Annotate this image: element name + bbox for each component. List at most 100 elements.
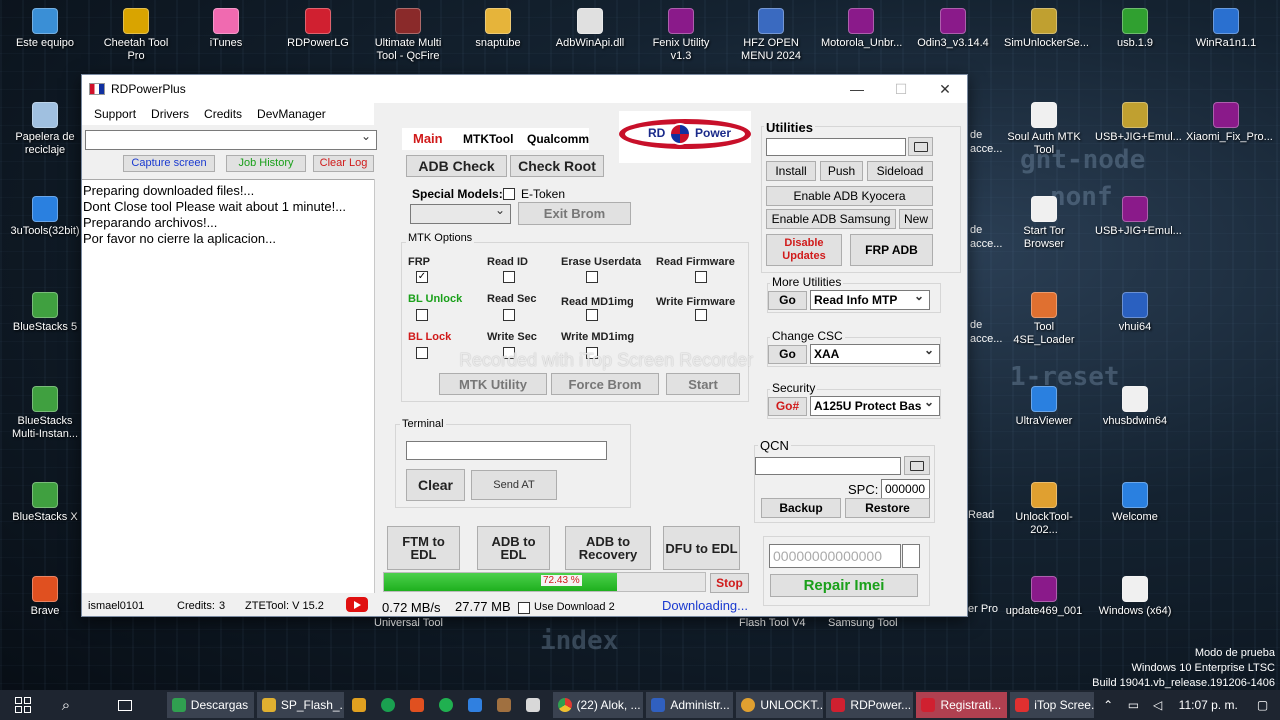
force-brom-button[interactable]: Force Brom xyxy=(551,373,659,395)
log-panel[interactable]: Preparing downloaded files!... Dont Clos… xyxy=(82,179,374,593)
desktop-icon[interactable]: Start Tor Browser xyxy=(1004,196,1084,251)
security-select[interactable]: A125U Protect Bas xyxy=(810,396,940,416)
mtk-option-checkbox[interactable] xyxy=(503,271,515,283)
start-button[interactable] xyxy=(0,692,46,718)
more-utilities-select[interactable]: Read Info MTP xyxy=(810,289,930,310)
desktop-icon[interactable]: Windows (x64) xyxy=(1095,576,1175,618)
desktop-icon[interactable]: Motorola_Unbr... xyxy=(821,8,902,50)
tab-mtktool[interactable]: MTKTool xyxy=(463,132,513,146)
qcn-browse-button[interactable] xyxy=(904,456,930,475)
desktop-icon[interactable]: snaptube xyxy=(458,8,538,50)
etoken-checkbox[interactable] xyxy=(503,188,515,200)
enable-adb-kyocera-button[interactable]: Enable ADB Kyocera xyxy=(766,186,933,206)
desktop-icon[interactable]: usb.1.9 xyxy=(1095,8,1175,50)
desktop-icon[interactable]: Brave xyxy=(5,576,85,618)
desktop-icon[interactable]: update469_001 xyxy=(1004,576,1084,618)
exit-brom-button[interactable]: Exit Brom xyxy=(518,202,631,225)
notifications-icon[interactable]: ▢ xyxy=(1248,692,1277,718)
volume-icon[interactable]: ◁ xyxy=(1147,692,1168,718)
mtk-option-checkbox[interactable]: ✓ xyxy=(416,271,428,283)
desktop-icon[interactable]: Odin3_v3.14.4 xyxy=(913,8,993,50)
youtube-icon[interactable] xyxy=(346,597,368,612)
qcn-restore-button[interactable]: Restore xyxy=(845,498,930,518)
desktop-icon[interactable]: AdbWinApi.dll xyxy=(550,8,630,50)
mtk-option-checkbox[interactable] xyxy=(695,309,707,321)
desktop-icon[interactable]: BlueStacks Multi-Instan... xyxy=(5,386,85,441)
new-button[interactable]: New xyxy=(899,209,933,229)
desktop-icon[interactable]: vhui64 xyxy=(1095,292,1175,334)
menu-credits[interactable]: Credits xyxy=(204,107,242,121)
frp-adb-button[interactable]: FRP ADB xyxy=(850,234,933,266)
terminal-input[interactable] xyxy=(406,441,607,460)
clear-log-button[interactable]: Clear Log xyxy=(313,155,374,172)
push-button[interactable]: Push xyxy=(820,161,863,181)
capture-screen-button[interactable]: Capture screen xyxy=(123,155,215,172)
special-models-select[interactable] xyxy=(410,203,511,224)
desktop-icon[interactable]: USB+JIG+Emul... xyxy=(1095,102,1182,144)
taskbar-item-descargas[interactable]: Descargas xyxy=(166,692,254,718)
csc-select[interactable]: XAA xyxy=(810,343,940,364)
mtk-option-checkbox[interactable] xyxy=(416,347,428,359)
use-download2-checkbox[interactable] xyxy=(518,602,530,614)
taskbar-item-chrome[interactable]: (22) Alok, ... xyxy=(552,692,644,718)
disable-updates-button[interactable]: Disable Updates xyxy=(766,234,842,266)
mtk-option-checkbox[interactable] xyxy=(586,271,598,283)
desktop-icon[interactable]: USB+JIG+Emul... xyxy=(1095,196,1182,238)
security-go-button[interactable]: Go# xyxy=(768,397,807,416)
desktop-icon[interactable]: WinRa1n1.1 xyxy=(1186,8,1266,50)
check-root-button[interactable]: Check Root xyxy=(510,155,604,177)
tab-main[interactable]: Main xyxy=(413,131,443,146)
enable-adb-samsung-button[interactable]: Enable ADB Samsung xyxy=(766,209,896,229)
menu-support[interactable]: Support xyxy=(94,107,136,121)
repair-imei-button[interactable]: Repair Imei xyxy=(770,574,918,597)
desktop-icon[interactable]: BlueStacks X xyxy=(5,482,85,524)
menu-drivers[interactable]: Drivers xyxy=(151,107,189,121)
desktop-icon[interactable]: RDPowerLG xyxy=(278,8,358,50)
tray-chevron-icon[interactable]: ⌃ xyxy=(1097,692,1120,718)
mtk-option-checkbox[interactable] xyxy=(503,309,515,321)
desktop-icon[interactable]: 3uTools(32bit) xyxy=(5,196,85,238)
device-select[interactable] xyxy=(85,129,377,150)
desktop-icon[interactable]: iTunes xyxy=(186,8,266,50)
taskbar-item-spflash[interactable]: SP_Flash_... xyxy=(256,692,344,718)
taskbar-item-unlocktool[interactable]: UNLOCKT... xyxy=(736,692,824,718)
desktop-icon[interactable]: UltraViewer xyxy=(1004,386,1084,428)
taskbar-item-registration[interactable]: Registrati... xyxy=(916,692,1008,718)
desktop-icon[interactable]: Xiaomi_Fix_Pro... xyxy=(1186,102,1273,144)
mtk-option-checkbox[interactable] xyxy=(586,309,598,321)
apk-path-input[interactable] xyxy=(766,138,906,156)
adb-to-edl-button[interactable]: ADB to EDL xyxy=(477,526,550,570)
clock[interactable]: 11:07 p. m. xyxy=(1171,692,1245,718)
desktop-icon[interactable]: SimUnlockerSe... xyxy=(1004,8,1089,50)
tab-qualcomm[interactable]: Qualcomm xyxy=(527,132,589,146)
pinned-apps[interactable] xyxy=(347,692,550,718)
more-utilities-go-button[interactable]: Go xyxy=(768,291,807,310)
desktop-icon[interactable]: vhusbdwin64 xyxy=(1095,386,1175,428)
maximize-button[interactable]: ☐ xyxy=(879,75,923,103)
desktop-icon[interactable]: BlueStacks 5 xyxy=(5,292,85,334)
desktop-icon[interactable]: Welcome xyxy=(1095,482,1175,524)
change-csc-go-button[interactable]: Go xyxy=(768,345,807,364)
taskbar-item-admin[interactable]: Administr... xyxy=(646,692,734,718)
network-icon[interactable]: ▭ xyxy=(1123,692,1144,718)
minimize-button[interactable]: — xyxy=(835,75,879,103)
imei-input[interactable]: 00000000000000 xyxy=(769,544,901,568)
mtk-option-checkbox[interactable] xyxy=(695,271,707,283)
imei-extra-input[interactable] xyxy=(902,544,920,568)
clear-button[interactable]: Clear xyxy=(406,469,465,501)
desktop-icon[interactable]: HFZ OPEN MENU 2024 xyxy=(731,8,811,63)
taskbar-item-itop[interactable]: iTop Scree... xyxy=(1010,692,1094,718)
send-at-button[interactable]: Send AT xyxy=(471,470,557,500)
close-button[interactable]: ✕ xyxy=(923,75,967,103)
adb-check-button[interactable]: ADB Check xyxy=(406,155,507,177)
desktop-icon[interactable]: UnlockTool-202... xyxy=(1004,482,1084,537)
install-button[interactable]: Install xyxy=(766,161,816,181)
menu-devmanager[interactable]: DevManager xyxy=(257,107,326,121)
qcn-backup-button[interactable]: Backup xyxy=(761,498,841,518)
mtk-option-checkbox[interactable] xyxy=(416,309,428,321)
title-bar[interactable]: RDPowerPlus — ☐ ✕ xyxy=(82,75,967,103)
desktop-icon[interactable]: Tool 4SE_Loader xyxy=(1004,292,1084,347)
job-history-button[interactable]: Job History xyxy=(226,155,306,172)
desktop-icon[interactable]: Este equipo xyxy=(5,8,85,50)
sideload-button[interactable]: Sideload xyxy=(867,161,933,181)
